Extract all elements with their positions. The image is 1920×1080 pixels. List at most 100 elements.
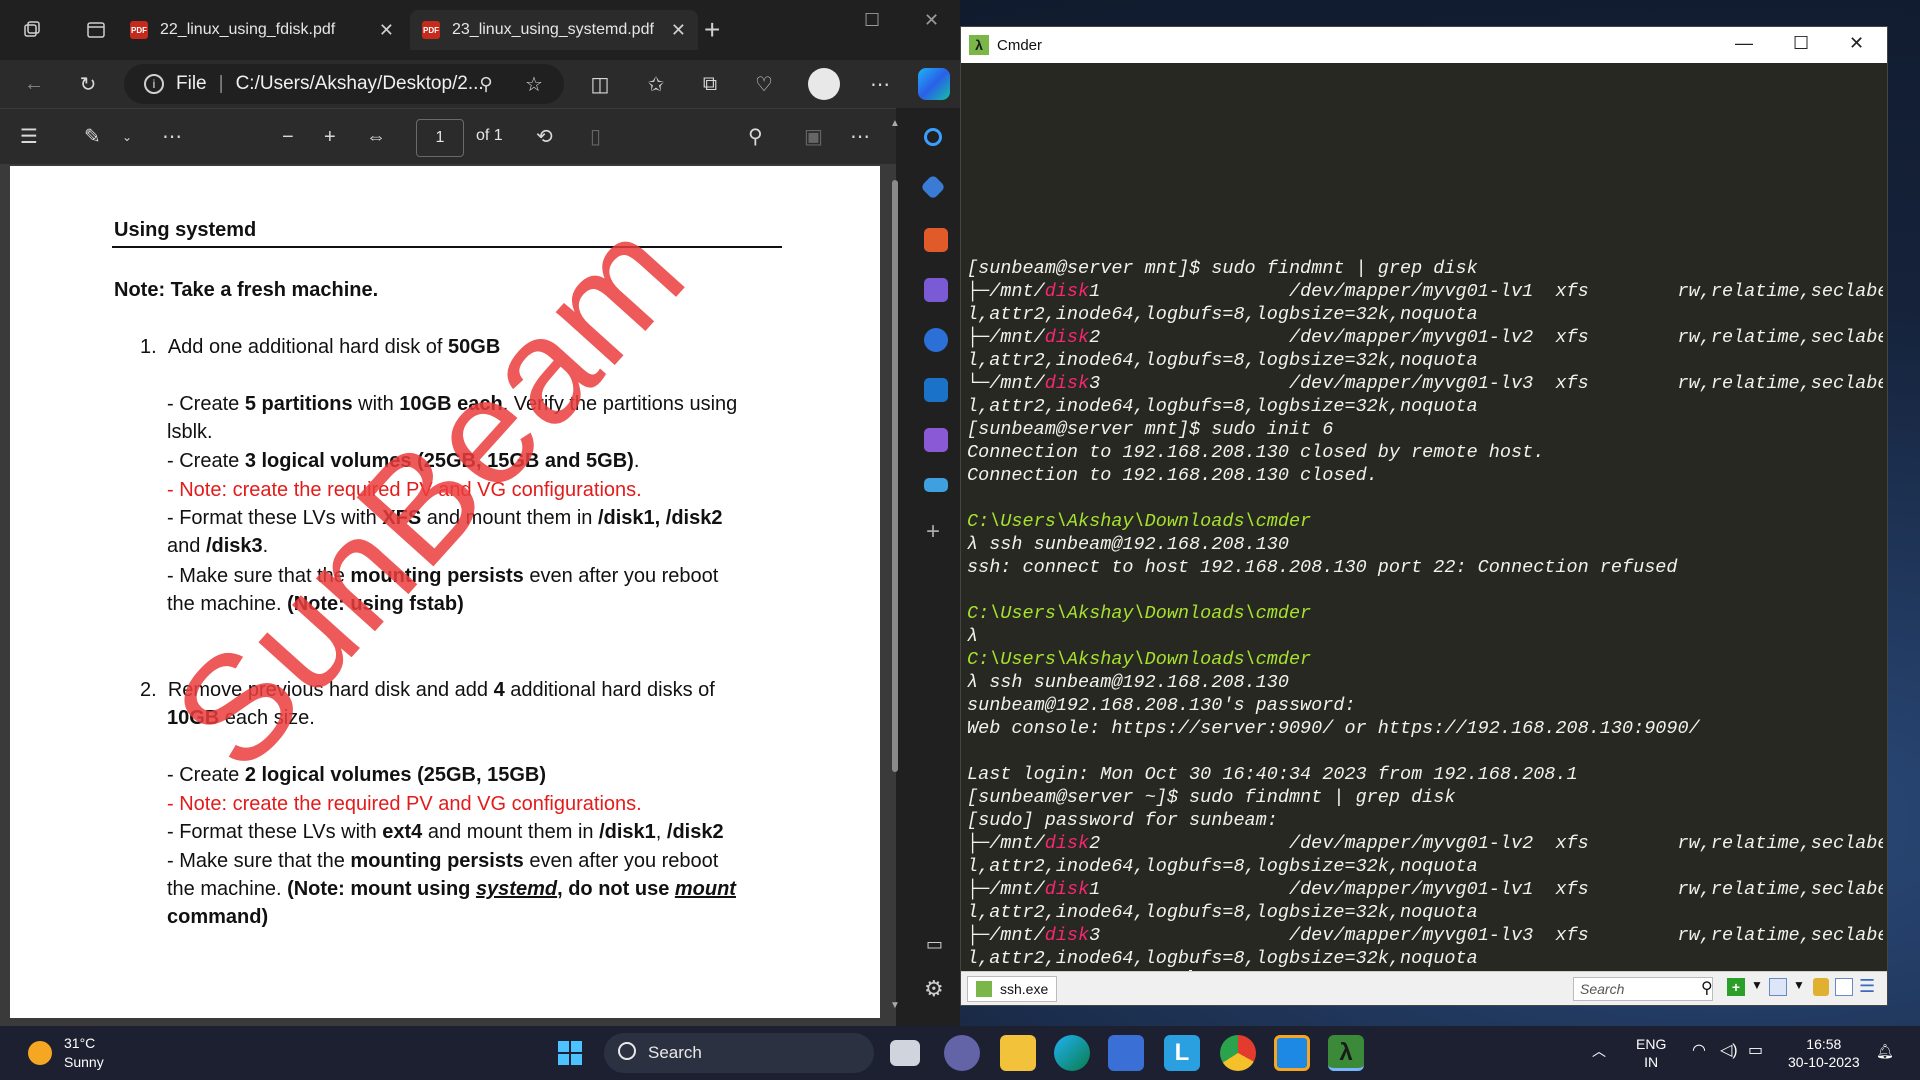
save-icon[interactable]: ▣ xyxy=(804,125,823,149)
rotate-icon[interactable]: ⟲ xyxy=(536,125,553,149)
restore-window-icon[interactable]: ☐ xyxy=(864,10,880,31)
chrome-icon[interactable] xyxy=(1220,1035,1256,1071)
notification-bell-icon[interactable]: 🔔︎ xyxy=(1876,1042,1894,1060)
weather-temp: 31°C xyxy=(64,1035,96,1051)
contents-icon[interactable]: ☰ xyxy=(20,125,38,149)
send-icon[interactable] xyxy=(924,478,948,492)
info-icon[interactable]: i xyxy=(144,74,164,94)
workspaces-icon[interactable] xyxy=(12,10,52,50)
games-icon[interactable] xyxy=(924,278,948,302)
terminal-highlight: disk xyxy=(1044,833,1090,854)
copilot-sidebar-icon[interactable] xyxy=(924,328,948,352)
console-tab[interactable]: ssh.exe xyxy=(967,975,1058,1002)
collections-icon[interactable]: ⧉ xyxy=(696,70,724,98)
cmder-taskbar-icon[interactable]: λ xyxy=(1328,1035,1364,1071)
zoom-out-icon[interactable]: − xyxy=(282,125,294,149)
draw-icon[interactable]: ✎ xyxy=(84,125,101,149)
tab-actions-icon[interactable] xyxy=(76,10,116,50)
chevron-down-icon[interactable]: ▼ xyxy=(1793,978,1805,992)
terminal-text: [sudo] password for sunbeam: xyxy=(967,810,1278,831)
terminal-line: λ ssh sunbeam@192.168.208.130 xyxy=(967,671,1883,694)
menu-icon[interactable]: ☰ xyxy=(1859,976,1875,997)
weather-sun-icon[interactable] xyxy=(28,1041,52,1065)
clock[interactable]: 16:58 30-10-2023 xyxy=(1788,1035,1860,1071)
pdf-scrollbar[interactable] xyxy=(892,180,898,772)
battery-icon[interactable]: ▭ xyxy=(1748,1042,1763,1060)
new-tab-icon[interactable]: + xyxy=(704,14,720,46)
settings-gear-icon[interactable]: ⚙ xyxy=(924,976,944,1002)
back-icon[interactable]: ← xyxy=(20,70,48,98)
new-console-icon[interactable]: + xyxy=(1727,978,1745,996)
text-bold: /disk2 xyxy=(665,507,723,529)
cmder-lambda-icon: λ xyxy=(969,35,989,55)
page-view-icon[interactable]: ▯ xyxy=(590,125,601,149)
title-underline xyxy=(112,246,782,248)
search-input[interactable]: Search xyxy=(1573,977,1713,1001)
list-item-line: and /disk3. xyxy=(167,532,268,560)
tray-overflow-icon[interactable]: ︿ xyxy=(1592,1042,1606,1060)
list-item-2-line: 2. Remove previous hard disk and add 4 a… xyxy=(140,676,715,704)
maximize-icon[interactable]: ☐ xyxy=(1793,33,1809,54)
search-icon xyxy=(618,1042,636,1060)
text: - Create xyxy=(167,450,245,472)
lmplus-icon[interactable]: L xyxy=(1164,1035,1200,1071)
sidebar-toggle-icon[interactable]: ▭ xyxy=(926,934,943,955)
close-icon[interactable]: ✕ xyxy=(1849,33,1864,54)
more-tools-icon[interactable]: ⋯ xyxy=(162,125,182,149)
shopping-tag-icon[interactable] xyxy=(920,174,946,200)
file-explorer-icon[interactable] xyxy=(1000,1035,1036,1071)
close-window-icon[interactable]: ✕ xyxy=(924,10,939,31)
favorite-star-icon[interactable]: ☆ xyxy=(520,70,548,98)
text-bold: 5 partitions xyxy=(244,393,353,415)
language-indicator[interactable]: ENG IN xyxy=(1636,1035,1666,1071)
tab-systemd-pdf[interactable]: PDF 23_linux_using_systemd.pdf ✕ xyxy=(410,10,698,50)
split-icon[interactable] xyxy=(1835,978,1853,996)
address-url: C:/Users/Akshay/Desktop/2... xyxy=(235,73,484,94)
search-icon[interactable]: ⚲ xyxy=(748,125,763,149)
tab-fdisk-pdf[interactable]: PDF 22_linux_using_fdisk.pdf ✕ xyxy=(118,10,406,50)
terminal-line: l,attr2,inode64,logbufs=8,logbsize=32k,n… xyxy=(967,303,1883,326)
browser-essentials-icon[interactable]: ♡ xyxy=(750,70,778,98)
store-icon[interactable] xyxy=(1108,1035,1144,1071)
add-sidebar-app-icon[interactable]: + xyxy=(926,518,940,546)
zoom-in-icon[interactable]: + xyxy=(324,125,336,149)
wifi-icon[interactable]: ◠ xyxy=(1692,1042,1706,1060)
virtualbox-icon[interactable] xyxy=(1274,1035,1310,1071)
chevron-down-icon[interactable]: ▼ xyxy=(1751,978,1763,992)
weather-widget[interactable]: 31°C Sunny xyxy=(64,1034,104,1072)
zoom-icon[interactable]: ⚲ xyxy=(472,70,500,98)
close-tab-icon[interactable]: ✕ xyxy=(379,20,394,41)
outlook-icon[interactable] xyxy=(924,378,948,402)
more-icon[interactable]: ⋯ xyxy=(850,125,870,149)
close-tab-icon[interactable]: ✕ xyxy=(671,20,686,41)
terminal-line: Connection to 192.168.208.130 closed by … xyxy=(967,441,1883,464)
task-view-icon[interactable] xyxy=(890,1040,920,1066)
scroll-down-icon[interactable]: ▼ xyxy=(890,1000,900,1011)
taskbar: 31°C Sunny Search L λ ︿ ENG IN ◠ ◁) ▭ 16… xyxy=(0,1026,1920,1080)
terminal-line: sunbeam@192.168.208.130's password: xyxy=(967,694,1883,717)
text: - Format these LVs with xyxy=(167,821,383,843)
favorites-icon[interactable]: ✩ xyxy=(642,70,670,98)
profile-avatar[interactable] xyxy=(808,68,840,100)
start-button[interactable] xyxy=(552,1035,588,1071)
lock-icon[interactable] xyxy=(1813,978,1829,996)
fit-page-icon[interactable]: ⇔ xyxy=(366,125,386,149)
page-number-input[interactable]: 1 xyxy=(416,119,464,157)
designer-icon[interactable] xyxy=(924,428,948,452)
layout-icon[interactable] xyxy=(1769,978,1787,996)
split-screen-icon[interactable]: ◫ xyxy=(586,70,614,98)
copilot-icon[interactable] xyxy=(918,68,950,100)
minimize-icon[interactable]: — xyxy=(1735,33,1753,54)
taskbar-search[interactable]: Search xyxy=(604,1033,874,1073)
scroll-up-icon[interactable]: ▲ xyxy=(890,118,900,129)
volume-icon[interactable]: ◁) xyxy=(1720,1042,1738,1060)
search-icon[interactable]: ⚲ xyxy=(1701,978,1713,998)
sidebar-search-icon[interactable] xyxy=(924,128,942,146)
more-menu-icon[interactable]: ⋯ xyxy=(866,70,894,98)
teams-icon[interactable] xyxy=(944,1035,980,1071)
tools-icon[interactable] xyxy=(924,228,948,252)
chevron-down-icon[interactable]: ⌄ xyxy=(122,125,132,149)
edge-taskbar-icon[interactable] xyxy=(1054,1035,1090,1071)
refresh-icon[interactable]: ↻ xyxy=(74,70,102,98)
terminal-output[interactable]: [sunbeam@server mnt]$ sudo findmnt | gre… xyxy=(967,67,1883,993)
